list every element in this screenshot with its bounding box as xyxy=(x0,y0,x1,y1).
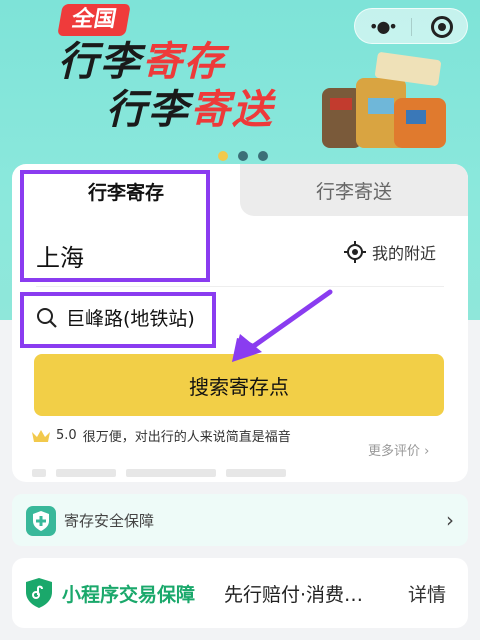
guarantee-details-link[interactable]: 详情 xyxy=(408,580,446,607)
pager-dot xyxy=(218,151,228,161)
transaction-guarantee-card[interactable]: 小程序交易保障 先行赔付·消费… 详情 xyxy=(12,558,468,628)
review-rating: 5.0 xyxy=(56,428,77,443)
shield-plus-icon xyxy=(26,506,56,536)
faded-review-placeholder xyxy=(32,462,332,477)
locate-icon xyxy=(344,241,366,263)
close-miniprogram-icon[interactable] xyxy=(431,16,453,38)
tab-delivery[interactable]: 行李寄送 xyxy=(240,164,468,216)
pager-dot xyxy=(258,151,268,161)
tab-delivery-label: 行李寄送 xyxy=(315,181,392,203)
annotation-box-city xyxy=(20,170,210,282)
crown-icon xyxy=(32,429,50,442)
more-options-icon[interactable]: •●• xyxy=(369,17,398,36)
nationwide-badge: 全国 xyxy=(57,4,131,36)
guarantee-title: 小程序交易保障 xyxy=(62,584,196,606)
security-label: 寄存安全保障 xyxy=(64,512,155,530)
banner-headline-delivery: 行李寄送 xyxy=(106,87,274,133)
annotation-box-search xyxy=(20,292,216,348)
storage-security-banner[interactable]: 寄存安全保障 › xyxy=(12,494,468,546)
miniprogram-shield-icon xyxy=(26,578,52,608)
review-text: 很万便，对出行的人来说简直是福音 xyxy=(82,430,291,445)
chevron-right-icon: › xyxy=(446,508,454,532)
review-snippet: 5.0 很万便，对出行的人来说简直是福音 xyxy=(32,426,291,445)
luggage-illustration xyxy=(322,52,446,148)
capsule-divider xyxy=(411,18,412,36)
miniprogram-capsule[interactable]: •●• xyxy=(354,8,468,44)
search-storage-button[interactable]: 搜索寄存点 xyxy=(34,354,444,416)
nearby-label: 我的附近 xyxy=(372,244,437,263)
divider xyxy=(36,286,444,287)
more-reviews-link[interactable]: 更多评价 › xyxy=(368,440,429,459)
nearby-button[interactable]: 我的附近 xyxy=(344,240,436,264)
pager-dot xyxy=(238,151,248,161)
banner-headline-storage: 行李寄存 xyxy=(58,39,226,85)
banner-pager xyxy=(218,146,278,165)
guarantee-description: 先行赔付·消费… xyxy=(224,584,364,606)
